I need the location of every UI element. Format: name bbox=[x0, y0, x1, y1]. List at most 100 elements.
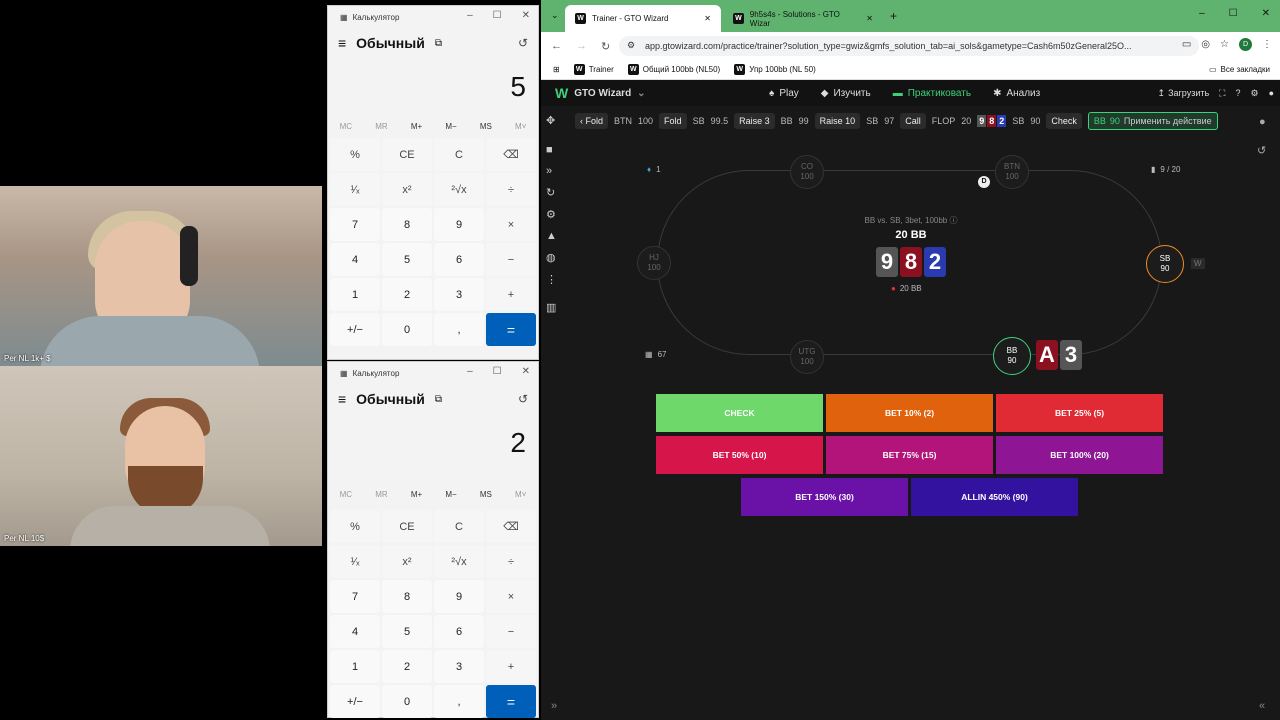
calc-key[interactable]: 5 bbox=[382, 243, 432, 276]
expand-icon[interactable]: » bbox=[551, 700, 557, 712]
site-info-icon[interactable]: ⚙ bbox=[627, 40, 635, 51]
move-icon[interactable]: ✥ bbox=[546, 114, 557, 127]
calc-key[interactable]: ¹⁄ₓ bbox=[330, 545, 380, 578]
calc-key[interactable]: C bbox=[434, 510, 484, 543]
help-icon[interactable]: ? bbox=[1235, 88, 1240, 98]
calc-key[interactable]: ÷ bbox=[486, 545, 536, 578]
calc-key[interactable]: − bbox=[486, 243, 536, 276]
menu-icon[interactable]: ≡ bbox=[338, 391, 346, 407]
keep-on-top-icon[interactable]: ⧉ bbox=[435, 38, 442, 49]
bookmark-exercise[interactable]: W Упр 100bb (NL 50) bbox=[734, 64, 816, 75]
url-field[interactable]: app.gtowizard.com/practice/trainer?solut… bbox=[619, 36, 1199, 56]
calc-key[interactable]: ²√x bbox=[434, 173, 484, 206]
calc-key[interactable]: 8 bbox=[382, 208, 432, 241]
calc-key[interactable]: % bbox=[330, 138, 380, 171]
calc-key[interactable]: CE bbox=[382, 138, 432, 171]
account-icon[interactable]: ● bbox=[1269, 88, 1274, 98]
maximize-icon[interactable]: ☐ bbox=[493, 10, 502, 21]
calc-key[interactable]: ²√x bbox=[434, 545, 484, 578]
nav-analyze[interactable]: ✱ Анализ bbox=[993, 88, 1040, 99]
history-action[interactable]: Call bbox=[900, 113, 926, 129]
memory-button[interactable]: MR bbox=[375, 490, 387, 499]
collapse-icon[interactable]: « bbox=[1259, 700, 1265, 712]
stop-icon[interactable]: ■ bbox=[546, 144, 557, 156]
calc-key[interactable]: + bbox=[486, 278, 536, 311]
close-tab-icon[interactable]: ✕ bbox=[866, 14, 873, 23]
calc-key[interactable]: , bbox=[434, 685, 484, 718]
calc-key[interactable]: 9 bbox=[434, 580, 484, 613]
calc-key[interactable]: 6 bbox=[434, 243, 484, 276]
calc-key[interactable]: +/− bbox=[330, 685, 380, 718]
fast-forward-icon[interactable]: » bbox=[546, 165, 557, 177]
calc-key[interactable]: 4 bbox=[330, 615, 380, 648]
info-icon[interactable]: ⓘ bbox=[949, 216, 957, 225]
graduation-cap-icon[interactable]: ▲ bbox=[546, 230, 557, 242]
nav-play[interactable]: ♠ Play bbox=[769, 88, 799, 99]
tab-list-icon[interactable]: ⌄ bbox=[551, 10, 559, 21]
close-tab-icon[interactable]: ✕ bbox=[704, 14, 711, 23]
cast-icon[interactable]: ▭ bbox=[1182, 39, 1191, 50]
settings-icon[interactable]: ⚙ bbox=[1250, 88, 1258, 99]
calc-key[interactable]: = bbox=[486, 313, 536, 346]
calc-key[interactable]: 0 bbox=[382, 685, 432, 718]
memory-button[interactable]: M− bbox=[445, 490, 456, 499]
minimize-icon[interactable]: – bbox=[467, 10, 473, 21]
action-button[interactable]: BET 25% (5) bbox=[996, 394, 1163, 432]
calc-key[interactable]: 2 bbox=[382, 278, 432, 311]
action-button[interactable]: BET 100% (20) bbox=[996, 436, 1163, 474]
apps-icon[interactable]: ⊞ bbox=[553, 65, 560, 74]
calc-key[interactable]: 8 bbox=[382, 580, 432, 613]
app-logo[interactable]: W GTO Wizard ⌄ bbox=[541, 85, 646, 101]
keep-on-top-icon[interactable]: ⧉ bbox=[435, 394, 442, 405]
history-icon[interactable]: ↺ bbox=[518, 36, 528, 50]
close-icon[interactable]: ✕ bbox=[1262, 8, 1270, 19]
memory-button[interactable]: MS bbox=[480, 122, 492, 131]
calc-key[interactable]: CE bbox=[382, 510, 432, 543]
action-button[interactable]: BET 75% (15) bbox=[826, 436, 993, 474]
bookmark-general[interactable]: W Общий 100bb (NL50) bbox=[627, 64, 720, 75]
fullscreen-icon[interactable]: ⛶ bbox=[1219, 88, 1225, 99]
memory-button[interactable]: MR bbox=[375, 122, 387, 131]
tab-trainer[interactable]: W Trainer - GTO Wizard ✕ bbox=[565, 5, 721, 32]
action-button[interactable]: CHECK bbox=[656, 394, 823, 432]
upload-button[interactable]: ↥ Загрузить bbox=[1158, 88, 1210, 99]
action-button[interactable]: BET 150% (30) bbox=[741, 478, 908, 516]
calc-key[interactable]: x² bbox=[382, 545, 432, 578]
settings-icon[interactable]: ⚙ bbox=[546, 208, 557, 221]
menu-icon[interactable]: ≡ bbox=[338, 35, 346, 51]
calc-key[interactable]: ⌫ bbox=[486, 510, 536, 543]
calc-key[interactable]: ÷ bbox=[486, 173, 536, 206]
history-icon[interactable]: ↺ bbox=[518, 392, 528, 406]
memory-button[interactable]: M˅ bbox=[515, 122, 526, 131]
history-action[interactable]: Raise 10 bbox=[814, 113, 861, 129]
calc-key[interactable]: × bbox=[486, 208, 536, 241]
calc-key[interactable]: % bbox=[330, 510, 380, 543]
all-bookmarks[interactable]: ▭ Все закладки bbox=[1209, 65, 1270, 74]
history-icon[interactable]: ↺ bbox=[1257, 144, 1266, 157]
memory-button[interactable]: MC bbox=[340, 490, 352, 499]
chart-icon[interactable]: ▥ bbox=[546, 301, 557, 314]
history-action[interactable]: Fold bbox=[659, 113, 687, 129]
nav-practice[interactable]: ▬ Практиковать bbox=[893, 88, 971, 99]
action-button[interactable]: BET 50% (10) bbox=[656, 436, 823, 474]
memory-button[interactable]: M+ bbox=[411, 490, 422, 499]
memory-button[interactable]: M˅ bbox=[515, 490, 526, 499]
star-icon[interactable]: ☆ bbox=[1220, 39, 1229, 50]
calc-key[interactable]: + bbox=[486, 650, 536, 683]
calc-key[interactable]: 7 bbox=[330, 208, 380, 241]
maximize-icon[interactable]: ☐ bbox=[1229, 8, 1238, 19]
calc-key[interactable]: ⌫ bbox=[486, 138, 536, 171]
memory-button[interactable]: MS bbox=[480, 490, 492, 499]
forward-icon[interactable]: → bbox=[576, 40, 587, 53]
memory-button[interactable]: M+ bbox=[411, 122, 422, 131]
browser-menu-icon[interactable]: ⋮ bbox=[1262, 39, 1272, 50]
calc-key[interactable]: , bbox=[434, 313, 484, 346]
eye-icon[interactable]: ◎ bbox=[1201, 39, 1210, 50]
calc-key[interactable]: +/− bbox=[330, 313, 380, 346]
history-action[interactable]: Raise 3 bbox=[734, 113, 775, 129]
tab-solutions[interactable]: W 9h5s4s - Solutions - GTO Wizar ✕ bbox=[723, 5, 883, 32]
maximize-icon[interactable]: ☐ bbox=[493, 366, 502, 377]
minimize-icon[interactable]: – bbox=[467, 366, 473, 377]
calc-key[interactable]: C bbox=[434, 138, 484, 171]
back-icon[interactable]: ← bbox=[551, 40, 562, 53]
